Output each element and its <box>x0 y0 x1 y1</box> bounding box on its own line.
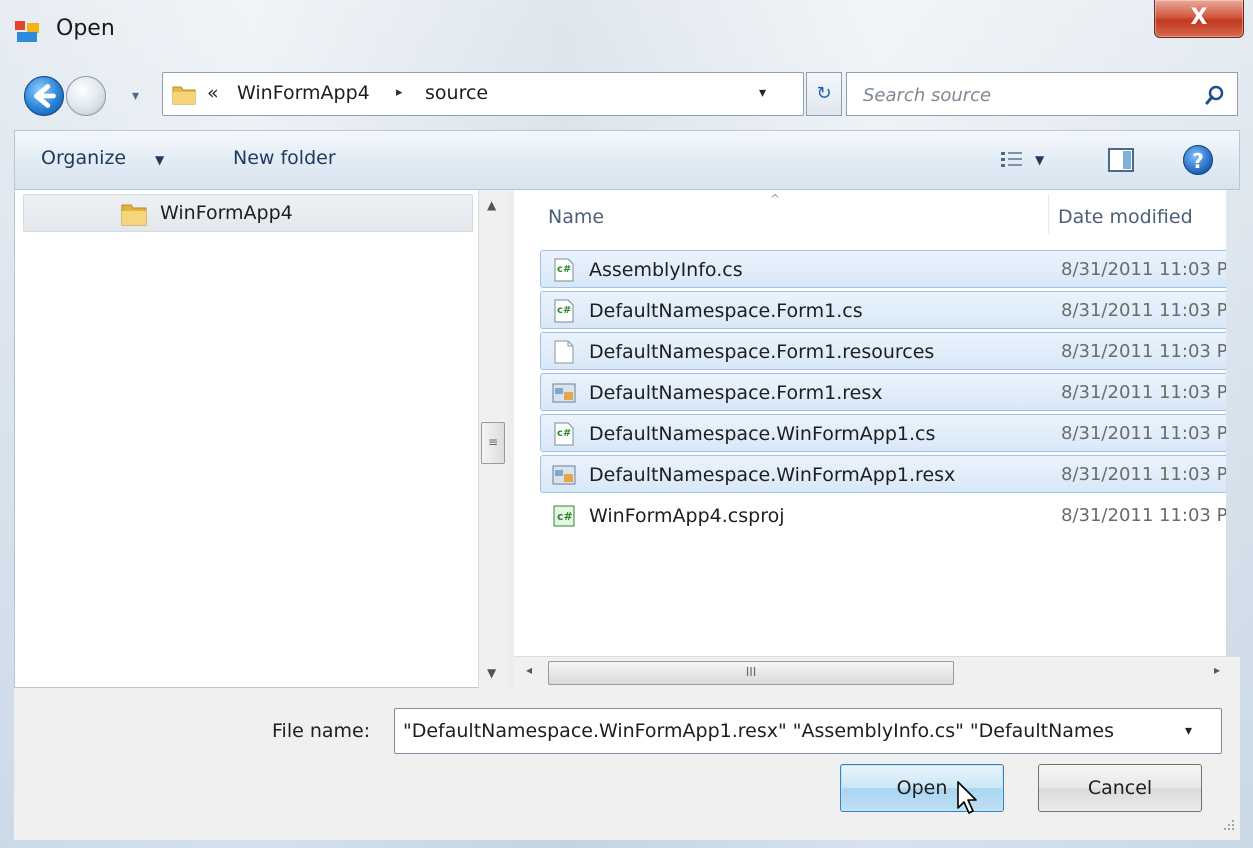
scroll-down-button[interactable]: ▼ <box>487 666 496 680</box>
svg-text:c#: c# <box>557 305 571 316</box>
file-row[interactable]: c# AssemblyInfo.cs 8/31/2011 11:03 PM <box>540 250 1226 288</box>
breadcrumb-separator[interactable]: ▸ <box>396 85 403 100</box>
file-name: DefaultNamespace.Form1.cs <box>589 300 863 322</box>
search-input[interactable] <box>861 82 1181 108</box>
nav-item-label: WinFormApp4 <box>160 202 293 224</box>
chevron-down-icon[interactable]: ▼ <box>155 153 164 167</box>
column-header-date-modified[interactable]: Date modified <box>1058 206 1193 228</box>
resize-grip-icon[interactable] <box>1220 816 1236 832</box>
file-name: WinFormApp4.csproj <box>589 505 785 527</box>
file-date: 8/31/2011 11:03 PM <box>1061 300 1226 321</box>
scroll-right-button[interactable]: ▸ <box>1214 663 1220 677</box>
folder-icon <box>121 204 147 226</box>
folder-icon <box>172 86 196 105</box>
svg-text:c#: c# <box>557 510 573 523</box>
file-list-horizontal-scrollbar[interactable]: ◂ III ▸ <box>514 656 1240 688</box>
file-name: AssemblyInfo.cs <box>589 259 743 281</box>
title-bar: Open X <box>0 0 1253 62</box>
new-folder-button[interactable]: New folder <box>233 147 336 169</box>
scroll-thumb[interactable]: III <box>548 661 954 685</box>
scroll-thumb[interactable]: ≡ <box>481 422 505 464</box>
csharp-file-icon: c# <box>551 421 577 447</box>
search-box[interactable] <box>846 72 1238 116</box>
app-icon <box>15 21 39 42</box>
file-row[interactable]: c# DefaultNamespace.WinFormApp1.cs 8/31/… <box>540 414 1226 452</box>
view-options-dropdown[interactable]: ▼ <box>1035 153 1044 167</box>
resx-file-icon <box>551 462 577 488</box>
help-icon[interactable]: ? <box>1183 145 1213 175</box>
file-date: 8/31/2011 11:03 PM <box>1061 341 1226 362</box>
file-name-label: File name: <box>272 720 371 742</box>
file-name-input[interactable] <box>401 717 1181 745</box>
window-title: Open <box>56 16 115 41</box>
file-row[interactable]: DefaultNamespace.Form1.resources 8/31/20… <box>540 332 1226 370</box>
cancel-button[interactable]: Cancel <box>1038 764 1202 812</box>
forward-button[interactable] <box>66 76 106 116</box>
file-name: DefaultNamespace.WinFormApp1.cs <box>589 423 936 445</box>
file-row[interactable]: c# DefaultNamespace.Form1.cs 8/31/2011 1… <box>540 291 1226 329</box>
file-row[interactable]: DefaultNamespace.WinFormApp1.resx 8/31/2… <box>540 455 1226 493</box>
nav-pane-scrollbar[interactable]: ▲ ≡ ▼ <box>478 190 508 688</box>
close-button[interactable]: X <box>1154 0 1244 38</box>
sort-ascending-icon: ^ <box>770 192 781 206</box>
file-date: 8/31/2011 11:03 PM <box>1061 382 1226 403</box>
scroll-up-button[interactable]: ▲ <box>487 198 496 212</box>
file-name: DefaultNamespace.Form1.resx <box>589 382 883 404</box>
column-divider[interactable] <box>1048 194 1049 234</box>
file-name-combobox[interactable]: ▾ <box>394 708 1222 754</box>
svg-text:c#: c# <box>557 264 571 275</box>
dialog-footer: File name: ▾ Open Cancel <box>14 688 1240 840</box>
file-row[interactable]: DefaultNamespace.Form1.resx 8/31/2011 11… <box>540 373 1226 411</box>
change-view-icon[interactable] <box>999 149 1025 171</box>
resx-file-icon <box>551 380 577 406</box>
search-icon[interactable] <box>1203 83 1227 107</box>
svg-text:c#: c# <box>557 428 571 439</box>
preview-pane-icon[interactable] <box>1107 147 1135 173</box>
file-name: DefaultNamespace.WinFormApp1.resx <box>589 464 956 486</box>
refresh-button[interactable]: ↻ <box>806 72 842 116</box>
scroll-left-button[interactable]: ◂ <box>526 663 532 677</box>
breadcrumb-source[interactable]: source <box>425 82 488 104</box>
address-bar[interactable]: « WinFormApp4 ▸ source ▾ <box>162 72 804 116</box>
nav-item-winformapp4[interactable]: WinFormApp4 <box>23 194 473 232</box>
navigation-pane: WinFormApp4 <box>14 190 478 688</box>
file-date: 8/31/2011 11:03 PM <box>1061 505 1226 526</box>
organize-button[interactable]: Organize <box>41 147 126 169</box>
file-name: DefaultNamespace.Form1.resources <box>589 341 935 363</box>
breadcrumb-overflow-button[interactable]: « <box>207 82 219 104</box>
address-dropdown-button[interactable]: ▾ <box>759 85 766 101</box>
file-date: 8/31/2011 11:03 PM <box>1061 423 1226 444</box>
command-toolbar: Organize ▼ New folder ▼ ? <box>14 130 1240 190</box>
breadcrumb-winformapp4[interactable]: WinFormApp4 <box>237 82 370 104</box>
column-header-name[interactable]: Name <box>548 206 604 228</box>
file-list: ^ Name Date modified c# AssemblyInfo.cs … <box>514 190 1226 656</box>
back-arrow-icon <box>34 84 56 108</box>
csharp-file-icon: c# <box>551 257 577 283</box>
recent-pages-dropdown[interactable]: ▾ <box>132 88 150 104</box>
back-button[interactable] <box>24 76 64 116</box>
csharp-file-icon: c# <box>551 298 577 324</box>
file-name-dropdown-button[interactable]: ▾ <box>1185 723 1192 739</box>
csproj-file-icon: c# <box>551 503 577 529</box>
file-date: 8/31/2011 11:03 PM <box>1061 464 1226 485</box>
file-date: 8/31/2011 11:03 PM <box>1061 259 1226 280</box>
blank-file-icon <box>551 339 577 365</box>
mouse-cursor-icon <box>957 781 977 814</box>
file-row[interactable]: c# WinFormApp4.csproj 8/31/2011 11:03 PM <box>540 496 1226 534</box>
